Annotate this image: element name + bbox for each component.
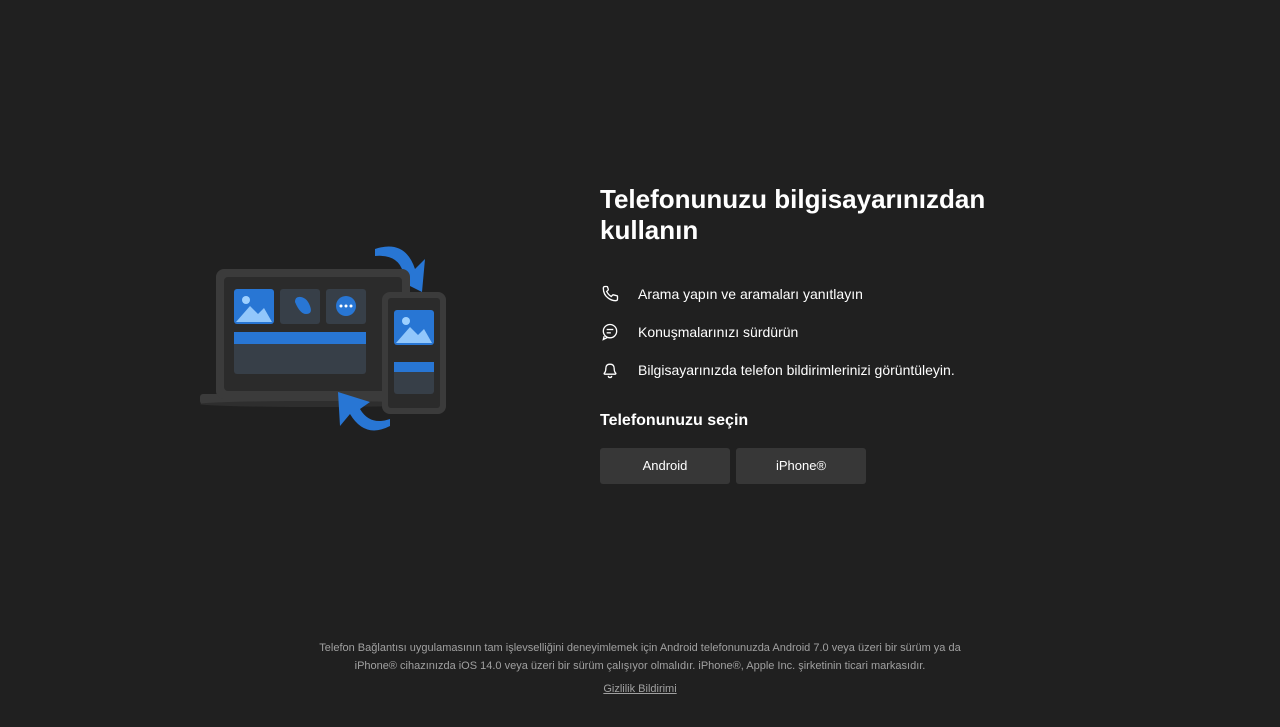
chat-icon: [600, 322, 620, 342]
footer-text-line1: Telefon Bağlantısı uygulamasının tam işl…: [0, 640, 1280, 658]
content-panel: Telefonunuzu bilgisayarınızdan kullanın …: [600, 184, 1080, 484]
footer: Telefon Bağlantısı uygulamasının tam işl…: [0, 640, 1280, 699]
feature-messages: Konuşmalarınızı sürdürün: [600, 322, 1080, 342]
select-phone-heading: Telefonunuzu seçin: [600, 412, 1080, 430]
footer-text-line2: iPhone® cihazınızda iOS 14.0 veya üzeri …: [0, 658, 1280, 676]
feature-label: Konuşmalarınızı sürdürün: [638, 324, 798, 340]
feature-label: Arama yapın ve aramaları yanıtlayın: [638, 286, 863, 302]
phone-link-illustration: [200, 214, 480, 454]
feature-calls: Arama yapın ve aramaları yanıtlayın: [600, 284, 1080, 304]
android-button[interactable]: Android: [600, 448, 730, 484]
feature-label: Bilgisayarınızda telefon bildirimleriniz…: [638, 362, 955, 378]
bell-icon: [600, 360, 620, 380]
page-title: Telefonunuzu bilgisayarınızdan kullanın: [600, 184, 1080, 246]
phone-icon: [600, 284, 620, 304]
privacy-link[interactable]: Gizlilik Bildirimi: [603, 681, 676, 699]
feature-notifications: Bilgisayarınızda telefon bildirimleriniz…: [600, 360, 1080, 380]
iphone-button[interactable]: iPhone®: [736, 448, 866, 484]
